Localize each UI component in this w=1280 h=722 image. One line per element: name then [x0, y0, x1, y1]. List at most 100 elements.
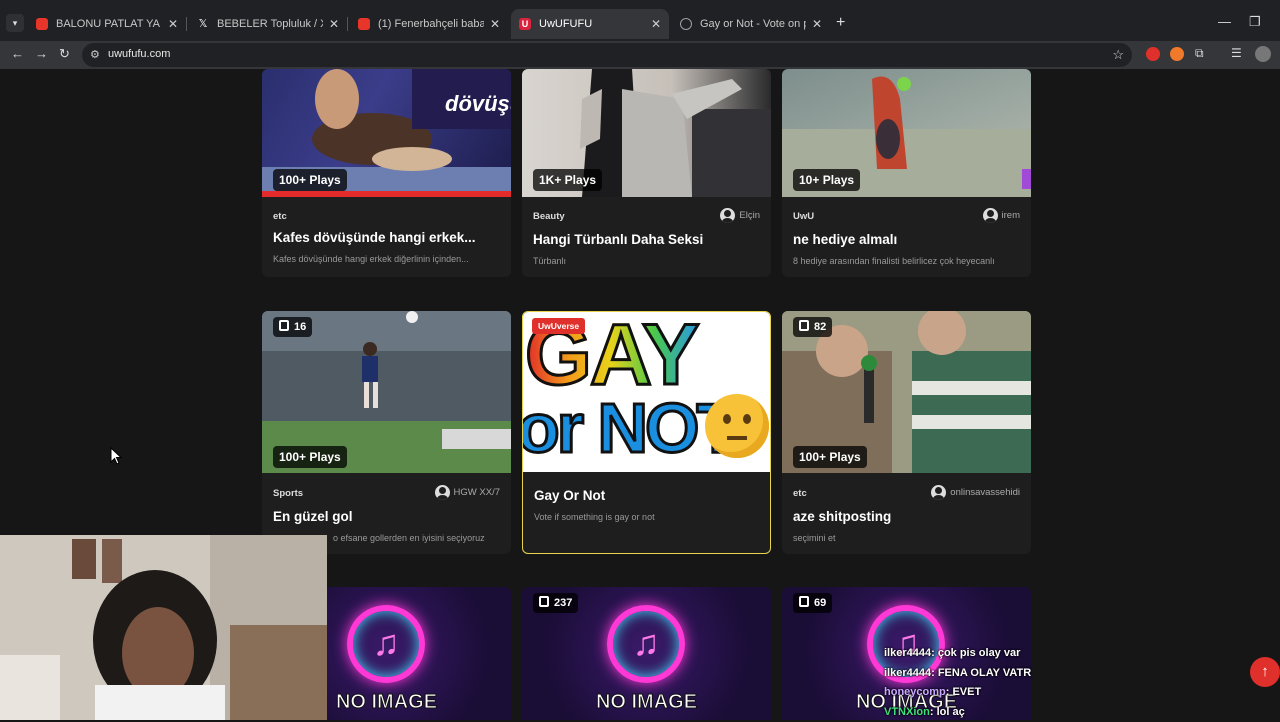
x-logo-icon: 𝕏 [197, 18, 209, 30]
browser-toolbar: ← → ↻ ⚙ uwufufu.com ☆ ⧉ ☰ [0, 41, 1280, 69]
card-title: Hangi Türbanlı Daha Seksi [533, 232, 763, 247]
bookmark-star-icon[interactable]: ☆ [1112, 47, 1124, 63]
forward-button[interactable]: → [35, 46, 48, 61]
tab-fenerbahce[interactable]: (1) Fenerbahçeli baba gs'li çocu ✕ [350, 9, 508, 39]
gallery-icon [799, 320, 809, 331]
tournament-card[interactable]: 16 100+ Plays Sports HGW XX/7 En güzel g… [262, 311, 511, 554]
card-thumbnail: dövüşü 100+ Plays [262, 69, 511, 197]
card-thumbnail: 82 100+ Plays [782, 311, 1031, 473]
close-icon[interactable]: ✕ [490, 17, 500, 31]
tab-title: Gay or Not - Vote on photos an [700, 18, 806, 30]
reload-button[interactable]: ↻ [59, 46, 70, 62]
tab-title: BALONU PATLAT YA DA GERÇEK [56, 18, 162, 30]
chat-message: VTNXion: lol aç [884, 703, 1031, 722]
chat-text: : lol aç [930, 706, 965, 718]
youtube-icon [358, 18, 370, 30]
tab-divider [347, 17, 348, 31]
card-description: Kafes dövüşünde hangi erkek diğerlinin i… [273, 254, 501, 264]
chat-text: : EVET [946, 686, 981, 698]
card-title: Kafes dövüşünde hangi erkek... [273, 230, 503, 245]
restore-button[interactable]: ❐ [1249, 14, 1261, 30]
card-thumbnail: ♫ NO IMAGE 237 [522, 587, 771, 720]
profile-avatar[interactable] [1255, 46, 1271, 62]
thinking-emoji-icon [705, 394, 769, 458]
card-category: etc [273, 211, 287, 222]
plays-badge: 1K+ Plays [533, 169, 602, 191]
tab-strip: ▾ BALONU PATLAT YA DA GERÇEK ✕ 𝕏 BEBELER… [0, 0, 1280, 41]
tournament-card-selected[interactable]: GAY or NOT UwUverse Gay Or Not Vote if s… [522, 311, 771, 554]
tab-bebeler[interactable]: 𝕏 BEBELER Topluluk / X ✕ [189, 9, 347, 39]
tournament-card[interactable]: ♫ NO IMAGE 237 [522, 587, 771, 720]
item-count-badge: 82 [793, 317, 832, 337]
tournament-card[interactable]: 10+ Plays UwU irem ne hediye almalı 8 he… [782, 69, 1031, 277]
webcam-feed-image [0, 535, 327, 720]
tournament-card[interactable]: dövüşü 100+ Plays etc Kafes dövüşünde ha… [262, 69, 511, 277]
youtube-icon [36, 18, 48, 30]
gallery-icon [279, 320, 289, 331]
user-icon [435, 485, 450, 500]
tab-gay-or-not[interactable]: Gay or Not - Vote on photos an ✕ [672, 9, 830, 39]
card-author: HGW XX/7 [435, 485, 500, 500]
plays-badge: 10+ Plays [793, 169, 860, 191]
close-icon[interactable]: ✕ [168, 17, 178, 31]
stream-chat-overlay: ilker4444: çok pis olay var ilker4444: F… [884, 644, 1031, 722]
tab-title: UwUFUFU [539, 18, 645, 30]
music-note-icon: ♫ [607, 605, 685, 683]
card-author: irem [983, 208, 1020, 223]
card-title: ne hediye almalı [793, 232, 1023, 247]
chat-username: ilker4444 [884, 647, 931, 659]
card-thumbnail: 10+ Plays [782, 69, 1031, 197]
user-icon [931, 485, 946, 500]
chat-message: ilker4444: FENA OLAY VATR [884, 664, 1031, 684]
tab-search-icon[interactable]: ▾ [6, 14, 24, 32]
tournament-card[interactable]: 1K+ Plays Beauty Elçin Hangi Türbanlı Da… [522, 69, 771, 277]
chat-username: VTNXion [884, 706, 930, 718]
tab-uwufufu[interactable]: U UwUFUFU ✕ [511, 9, 669, 39]
tab-divider [186, 17, 187, 31]
card-category: etc [793, 488, 807, 499]
chat-text: : çok pis olay var [931, 647, 1020, 659]
chat-username: honeycomp [884, 686, 946, 698]
extensions-puzzle-icon[interactable]: ⧉ [1195, 46, 1204, 61]
tab-groups-icon[interactable]: ☰ [1231, 46, 1242, 60]
card-thumbnail: 1K+ Plays [522, 69, 771, 197]
chat-text: : FENA OLAY VATR [931, 667, 1031, 679]
extension-icon[interactable] [1170, 47, 1184, 61]
chat-message: ilker4444: çok pis olay var [884, 644, 1031, 664]
scroll-to-top-button[interactable]: ↑ [1250, 657, 1280, 687]
back-button[interactable]: ← [11, 46, 24, 61]
author-name: onlinsavassehidi [950, 487, 1020, 498]
card-title: En güzel gol [273, 509, 503, 524]
no-image-placeholder: NO IMAGE [522, 691, 771, 714]
new-tab-button[interactable]: + [836, 14, 845, 32]
item-count: 237 [554, 597, 572, 609]
card-thumbnail: GAY or NOT UwUverse [523, 312, 771, 472]
minimize-button[interactable]: — [1218, 14, 1231, 29]
uwuverse-badge: UwUverse [532, 318, 585, 334]
close-icon[interactable]: ✕ [812, 17, 822, 31]
site-info-icon[interactable]: ⚙ [90, 48, 100, 61]
item-count-badge: 237 [533, 593, 578, 613]
close-icon[interactable]: ✕ [329, 17, 339, 31]
author-name: Elçin [739, 210, 760, 221]
card-description: Türbanlı [533, 256, 761, 266]
chat-message: honeycomp: EVET [884, 683, 1031, 703]
extension-icon[interactable] [1146, 47, 1160, 61]
tournament-card[interactable]: 82 100+ Plays etc onlinsavassehidi aze s… [782, 311, 1031, 554]
plays-badge: 100+ Plays [793, 446, 867, 468]
close-icon[interactable]: ✕ [651, 17, 661, 31]
chat-username: ilker4444 [884, 667, 931, 679]
gallery-icon [539, 596, 549, 607]
globe-icon [680, 18, 692, 30]
card-category: Sports [273, 488, 303, 499]
url-text[interactable]: uwufufu.com [108, 48, 170, 60]
item-count: 69 [814, 597, 826, 609]
uwufufu-logo-icon: U [519, 18, 531, 30]
tab-balonu[interactable]: BALONU PATLAT YA DA GERÇEK ✕ [28, 9, 186, 39]
card-description: seçimini et [793, 533, 1021, 543]
user-icon [983, 208, 998, 223]
author-name: irem [1002, 210, 1020, 221]
card-title: aze shitposting [793, 509, 1023, 524]
card-title: Gay Or Not [534, 488, 764, 503]
address-bar[interactable]: ⚙ uwufufu.com ☆ [82, 43, 1132, 67]
